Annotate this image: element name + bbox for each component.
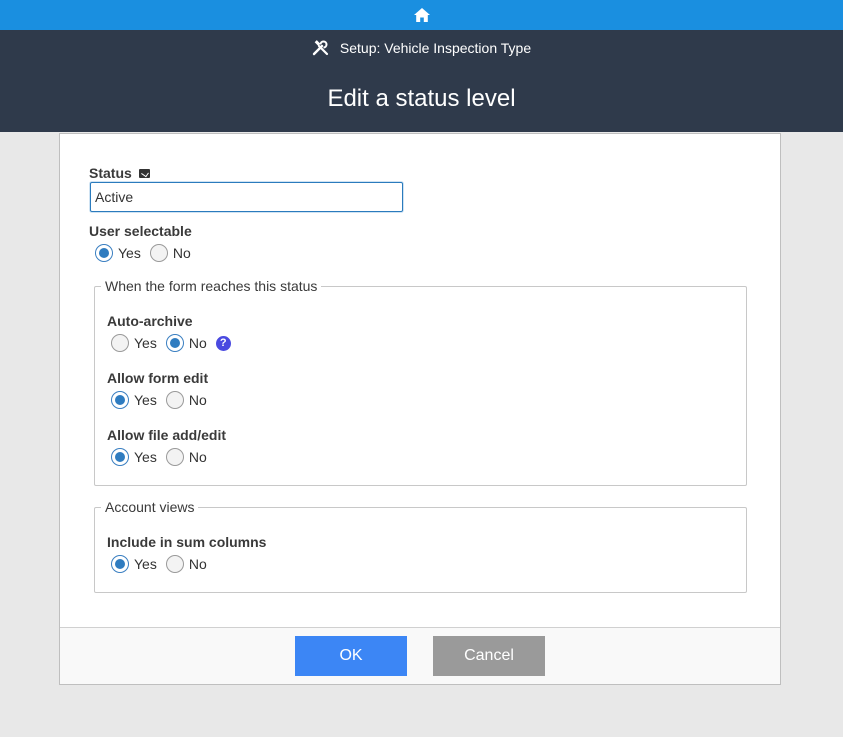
user-selectable-label: User selectable (89, 223, 192, 239)
home-icon[interactable] (413, 7, 431, 23)
edit-icon (138, 168, 150, 178)
include-sum-options: Yes No (111, 555, 207, 573)
user-selectable-yes-label: Yes (118, 245, 141, 261)
user-selectable-options: Yes No (95, 244, 200, 262)
tools-icon (312, 40, 330, 56)
allow-form-edit-yes-radio[interactable] (111, 391, 129, 409)
include-sum-yes-label: Yes (134, 556, 157, 572)
cancel-button[interactable]: Cancel (433, 636, 545, 676)
auto-archive-yes-label: Yes (134, 335, 157, 351)
allow-file-edit-options: Yes No (111, 448, 207, 466)
allow-form-edit-no-radio[interactable] (165, 391, 184, 409)
setup-text: Setup: Vehicle Inspection Type (339, 40, 532, 56)
status-reached-legend: When the form reaches this status (101, 278, 322, 294)
allow-form-edit-options: Yes No (111, 391, 207, 409)
edit-status-dialog: Status User selectable Yes No When the f… (59, 133, 781, 685)
status-reached-group: When the form reaches this status Auto-a… (94, 278, 747, 486)
auto-archive-label: Auto-archive (107, 313, 193, 329)
ok-button[interactable]: OK (295, 636, 407, 676)
account-views-group: Account views Include in sum columns Yes… (94, 499, 747, 593)
auto-archive-options: Yes No ? (111, 334, 231, 352)
user-selectable-no-radio[interactable] (149, 244, 168, 262)
allow-form-edit-no-label: No (188, 392, 207, 408)
user-selectable-no-label: No (172, 245, 191, 261)
auto-archive-yes-radio[interactable] (111, 334, 129, 352)
include-sum-no-label: No (188, 556, 207, 572)
auto-archive-no-radio[interactable] (165, 334, 184, 352)
allow-file-edit-yes-label: Yes (134, 449, 157, 465)
status-input[interactable] (90, 182, 403, 212)
top-nav-bar (0, 0, 843, 30)
auto-archive-no-label: No (188, 335, 207, 351)
include-sum-yes-radio[interactable] (111, 555, 129, 573)
status-label: Status (89, 165, 150, 181)
allow-form-edit-yes-label: Yes (134, 392, 157, 408)
user-selectable-yes-radio[interactable] (95, 244, 113, 262)
include-sum-no-radio[interactable] (165, 555, 184, 573)
allow-file-edit-yes-radio[interactable] (111, 448, 129, 466)
dialog-footer: OK Cancel (60, 628, 780, 684)
include-sum-label: Include in sum columns (107, 534, 267, 550)
allow-form-edit-label: Allow form edit (107, 370, 209, 386)
account-views-legend: Account views (101, 499, 199, 515)
help-icon[interactable]: ? (215, 335, 231, 351)
setup-breadcrumb: Setup: Vehicle Inspection Type (0, 38, 843, 58)
page-header: Setup: Vehicle Inspection Type Edit a st… (0, 30, 843, 132)
allow-file-edit-no-radio[interactable] (165, 448, 184, 466)
allow-file-edit-label: Allow file add/edit (107, 427, 227, 443)
allow-file-edit-no-label: No (188, 449, 207, 465)
page-title: Edit a status level (327, 85, 516, 112)
